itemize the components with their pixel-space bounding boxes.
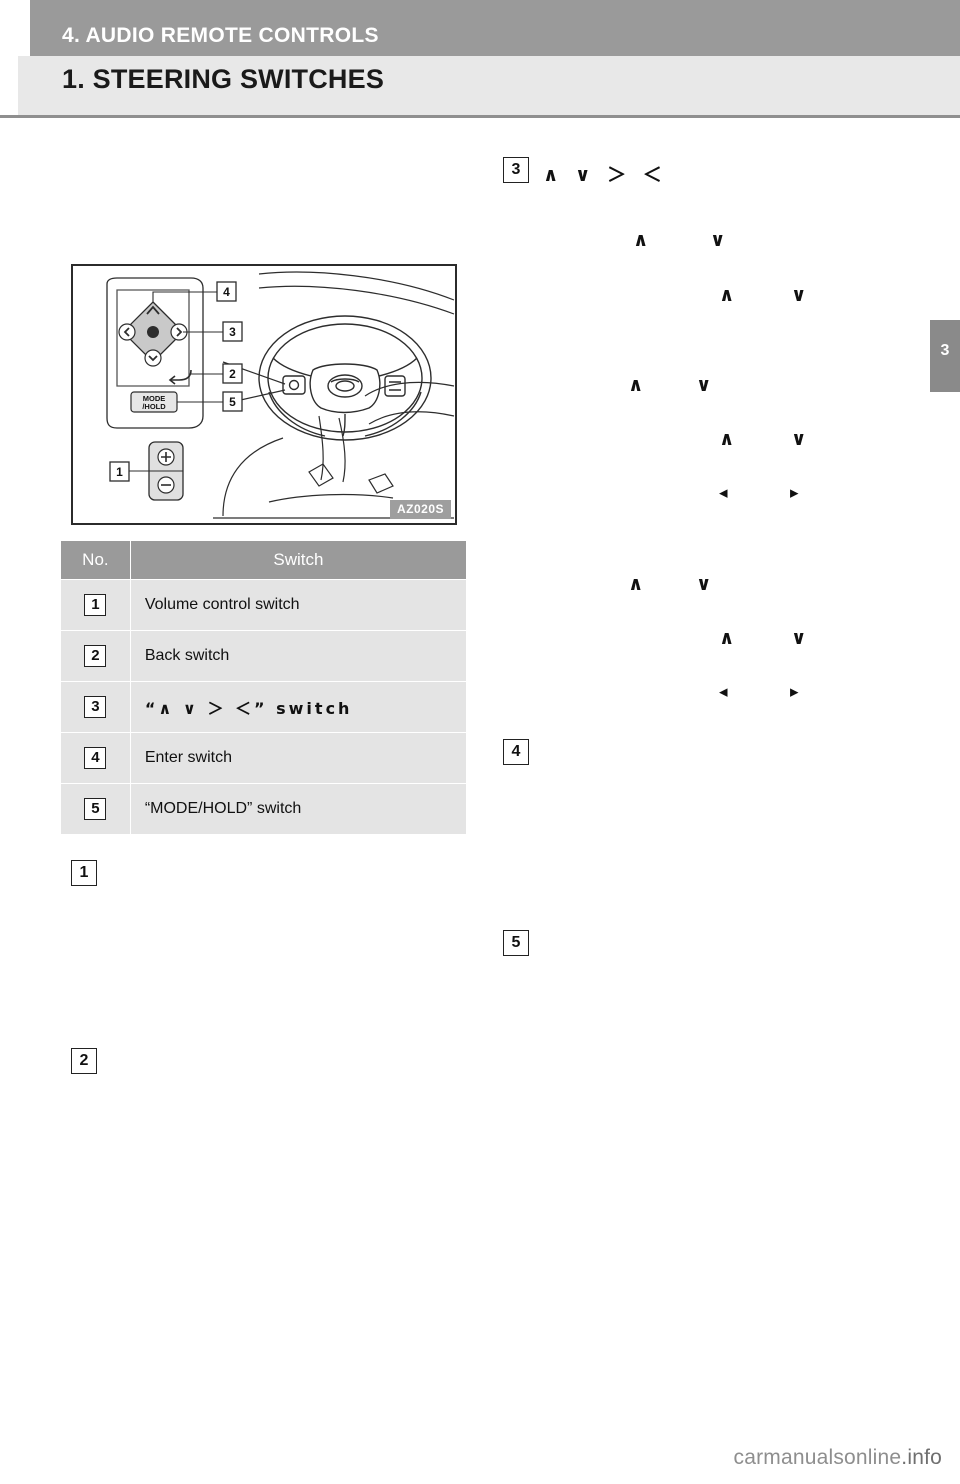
table-row-marker: 3 — [60, 681, 131, 733]
svg-text:3: 3 — [229, 325, 236, 339]
arrow-down-icon: ∨ — [696, 573, 712, 595]
table-row-marker: 4 — [60, 732, 131, 784]
arrow-left-icon: ◂ — [719, 483, 728, 503]
table-row-label: Enter switch — [129, 732, 468, 784]
arrow-down-icon: ∨ — [710, 229, 726, 251]
steering-switch-illustration: MODE /HOLD 4 3 2 5 1 AZ020S — [71, 264, 457, 525]
svg-text:4: 4 — [223, 285, 230, 299]
arrow-down-icon: ∨ — [791, 428, 807, 450]
arrow-up-icon: ∧ — [633, 229, 649, 251]
table-row-marker: 5 — [60, 783, 131, 835]
chapter-tab-number: 3 — [940, 342, 950, 359]
table-row-label: Volume control switch — [129, 579, 468, 631]
chapter-tab: 3 — [930, 320, 960, 392]
table-row-label: Back switch — [129, 630, 468, 682]
item3-arrow-glyphs: ∧ ∨ ＞ ＜ — [543, 164, 667, 186]
svg-text:5: 5 — [229, 395, 236, 409]
column-header-no: No. — [60, 540, 131, 580]
arrow-up-icon: ∧ — [628, 374, 644, 396]
table-row-marker: 1 — [60, 579, 131, 631]
arrow-left-icon: ◂ — [719, 682, 728, 702]
table-row-marker: 2 — [60, 630, 131, 682]
row-number-badge: 4 — [84, 747, 107, 769]
arrow-up-icon: ∧ — [719, 284, 735, 306]
arrow-up-icon: ∧ — [719, 428, 735, 450]
table-row: 4 Enter switch — [60, 732, 468, 784]
table-row-label: “MODE/HOLD” switch — [129, 783, 468, 835]
row-number-badge: 2 — [84, 645, 107, 667]
row-number-badge: 1 — [84, 594, 107, 616]
body-item-marker-3: 3 — [503, 157, 529, 183]
table-row: 3 “∧ ∨ ＞ ＜” switch — [60, 681, 468, 733]
arrow-up-icon: ∧ — [628, 573, 644, 595]
row-number-badge: 5 — [84, 798, 107, 820]
site-watermark: carmanualsonline.info — [734, 1446, 943, 1470]
body-item-marker-4: 4 — [503, 739, 529, 765]
arrow-down-icon: ∨ — [696, 374, 712, 396]
svg-text:/HOLD: /HOLD — [142, 402, 166, 411]
watermark-suffix: .info — [901, 1446, 942, 1469]
switch-table: No. Switch 1 Volume control switch 2 Bac… — [60, 540, 468, 835]
watermark-text: carmanualsonline — [733, 1446, 902, 1469]
svg-text:1: 1 — [116, 465, 123, 479]
illustration-drawing: MODE /HOLD 4 3 2 5 1 — [106, 271, 455, 519]
arrow-right-icon: ▸ — [790, 682, 799, 702]
chapter-header-left-cap — [0, 0, 30, 56]
illustration-code: AZ020S — [389, 500, 451, 519]
arrow-down-icon: ∨ — [791, 284, 807, 306]
chapter-title: 4. AUDIO REMOTE CONTROLS — [62, 24, 379, 47]
column-header-switch: Switch — [129, 540, 468, 580]
arrow-down-icon: ∨ — [791, 627, 807, 649]
table-row-label: “∧ ∨ ＞ ＜” switch — [129, 681, 468, 733]
svg-text:2: 2 — [229, 367, 236, 381]
arrow-up-icon: ∧ — [719, 627, 735, 649]
section-band-left-cap — [0, 56, 18, 115]
arrow-right-icon: ▸ — [790, 483, 799, 503]
page-title: 1. STEERING SWITCHES — [62, 64, 385, 94]
table-row: 5 “MODE/HOLD” switch — [60, 783, 468, 835]
body-item-marker-5: 5 — [503, 930, 529, 956]
table-row: 1 Volume control switch — [60, 579, 468, 631]
table-row: 2 Back switch — [60, 630, 468, 682]
table-header-row: No. Switch — [60, 540, 468, 580]
body-item-marker-2: 2 — [71, 1048, 97, 1074]
row-number-badge: 3 — [84, 696, 107, 718]
section-divider — [0, 115, 960, 118]
body-item-marker-1: 1 — [71, 860, 97, 886]
